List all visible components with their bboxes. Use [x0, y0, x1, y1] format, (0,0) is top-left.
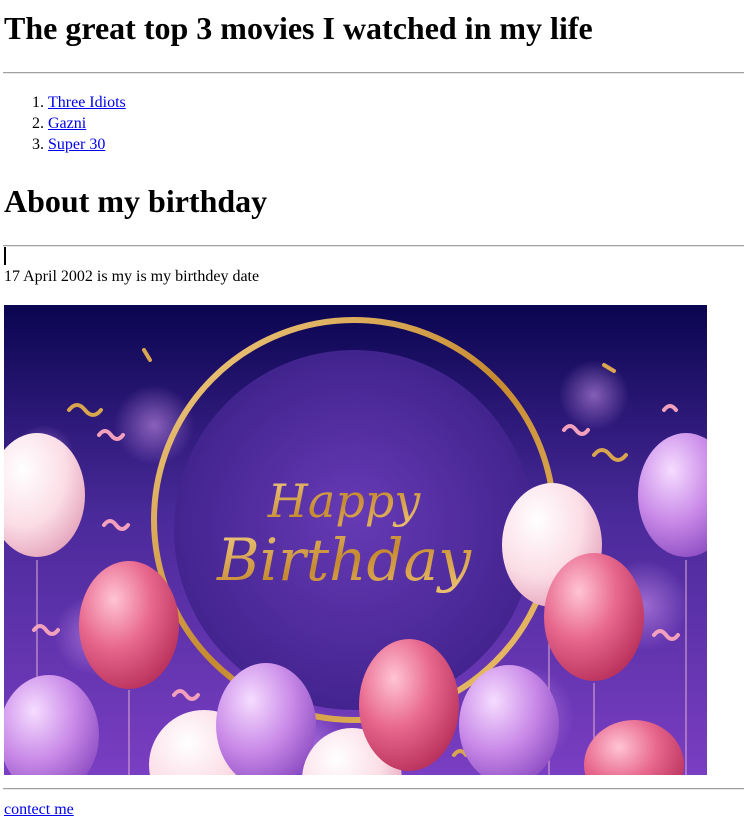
movie-link-gazni[interactable]: Gazni	[48, 115, 86, 132]
list-item: Gazni	[48, 113, 126, 134]
svg-text:Birthday: Birthday	[216, 526, 472, 594]
list-item: Super 30	[48, 134, 126, 155]
birthday-text: 17 April 2002 is my is my birthdey date	[4, 268, 260, 285]
text-caret	[4, 247, 6, 265]
page-title: The great top 3 movies I watched in my l…	[4, 10, 593, 46]
svg-text:Happy: Happy	[267, 474, 421, 528]
birthday-heading: About my birthday	[4, 183, 268, 219]
divider-bottom	[3, 788, 744, 790]
birthday-illustration: Happy Birthday	[4, 305, 707, 775]
movie-link-three-idiots[interactable]: Three Idiots	[48, 94, 126, 111]
list-item: Three Idiots	[48, 92, 126, 113]
birthday-image: Happy Birthday	[4, 305, 707, 775]
divider-middle	[3, 245, 744, 247]
contact-link[interactable]: contect me	[4, 800, 74, 820]
movie-list: Three Idiots Gazni Super 30	[4, 92, 126, 155]
divider-top	[3, 72, 744, 74]
movie-link-super-30[interactable]: Super 30	[48, 136, 105, 153]
